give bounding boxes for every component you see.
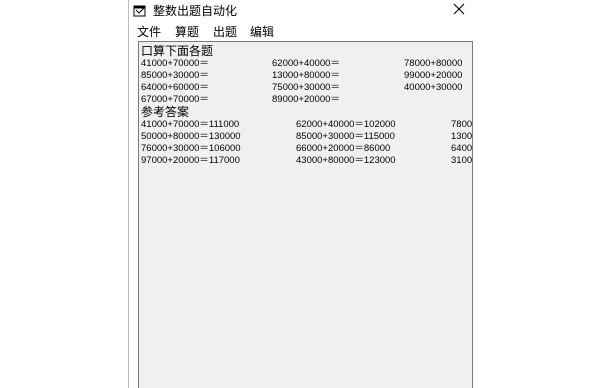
answer-item: 66000+20000＝86000 <box>296 143 391 154</box>
question-item: 40000+30000 <box>404 82 463 93</box>
question-item: 85000+30000＝ <box>141 70 209 81</box>
app-window: 整数出题自动化 文件 算题 出题 编辑 口算下面各题 41000+70000＝ … <box>128 0 474 388</box>
answer-item: 3100 <box>451 155 473 166</box>
question-item: 75000+30000＝ <box>272 82 340 93</box>
question-item: 67000+70000＝ <box>141 94 209 105</box>
question-item: 13000+80000＝ <box>272 70 340 81</box>
menu-item-calculate[interactable]: 算题 <box>175 23 199 40</box>
question-item: 89000+20000＝ <box>272 94 340 105</box>
app-window-icon <box>133 3 147 17</box>
answer-item: 1300 <box>451 131 473 142</box>
question-item: 64000+60000＝ <box>141 82 209 93</box>
menu-item-file[interactable]: 文件 <box>137 23 161 40</box>
question-item: 78000+80000 <box>404 58 463 69</box>
answer-item: 41000+70000＝111000 <box>141 119 240 130</box>
answer-item: 43000+80000＝123000 <box>296 155 396 166</box>
output-text-area[interactable]: 口算下面各题 41000+70000＝ 62000+40000＝ 78000+8… <box>138 41 473 388</box>
window-title: 整数出题自动化 <box>153 4 238 18</box>
menu-item-generate[interactable]: 出题 <box>213 23 237 40</box>
answer-item: 50000+80000＝130000 <box>141 131 241 142</box>
answers-heading: 参考答案 <box>141 105 190 119</box>
close-icon <box>453 3 465 15</box>
answer-item: 6400 <box>451 143 473 154</box>
menu-item-edit[interactable]: 编辑 <box>250 23 274 40</box>
question-item: 99000+20000 <box>404 70 463 81</box>
close-button[interactable] <box>445 0 473 20</box>
answer-item: 85000+30000＝115000 <box>296 131 395 142</box>
answer-item: 62000+40000＝102000 <box>296 119 396 130</box>
questions-heading: 口算下面各题 <box>141 44 214 58</box>
menu-bar: 文件 算题 出题 编辑 <box>129 22 474 40</box>
answer-item: 7800 <box>451 119 473 130</box>
question-item: 41000+70000＝ <box>141 58 209 69</box>
question-item: 62000+40000＝ <box>272 58 340 69</box>
answer-item: 76000+30000＝106000 <box>141 143 241 154</box>
title-bar[interactable]: 整数出题自动化 <box>129 0 474 20</box>
answer-item: 97000+20000＝117000 <box>141 155 240 166</box>
